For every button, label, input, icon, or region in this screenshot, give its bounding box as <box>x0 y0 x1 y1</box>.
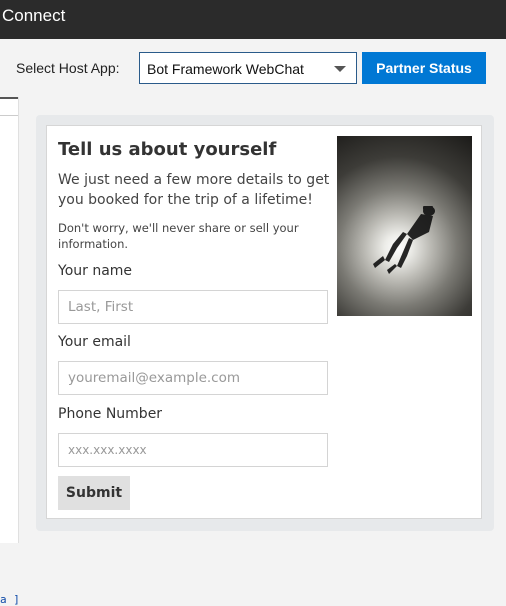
host-app-selected-value: Bot Framework WebChat <box>147 61 304 77</box>
submit-button[interactable]: Submit <box>58 476 130 510</box>
pane-divider <box>0 115 18 116</box>
scuba-diver-image <box>337 136 472 316</box>
name-input[interactable] <box>58 290 328 324</box>
phone-input[interactable] <box>58 433 328 467</box>
email-input[interactable] <box>58 361 328 395</box>
name-label: Your name <box>58 263 133 279</box>
privacy-note: Don't worry, we'll never share or sell y… <box>58 221 299 251</box>
phone-label: Phone Number <box>58 406 163 422</box>
code-fragment: a ] <box>0 593 20 606</box>
window-title: Connect <box>2 6 66 25</box>
pane-top-divider <box>0 97 18 99</box>
left-code-pane: a ] <box>0 97 20 606</box>
host-toolbar: Select Host App: Bot Framework WebChat P… <box>0 39 506 97</box>
chevron-down-icon <box>334 66 346 72</box>
window-titlebar: Connect <box>0 0 506 39</box>
host-app-label: Select Host App: <box>16 60 120 76</box>
card-subtitle: We just need a few more details to get y… <box>58 172 330 208</box>
partner-status-button[interactable]: Partner Status <box>362 52 486 84</box>
card-title: Tell us about yourself <box>58 139 277 160</box>
email-label: Your email <box>58 334 131 350</box>
host-app-select[interactable]: Bot Framework WebChat <box>139 52 357 84</box>
diver-silhouette <box>373 206 435 274</box>
